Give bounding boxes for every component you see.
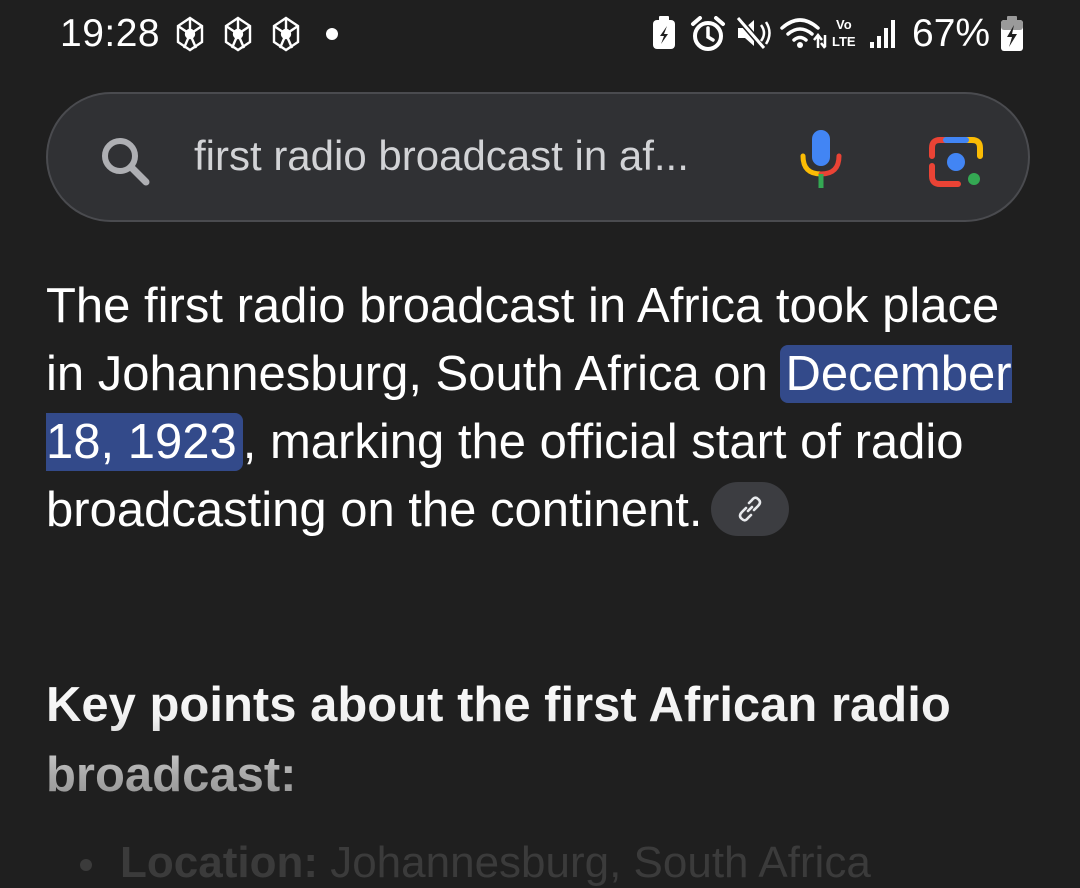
pinwheel-app-icon <box>176 16 204 52</box>
list-item: Location: Johannesburg, South Africa <box>80 838 871 888</box>
ai-answer-text: The first radio broadcast in Africa took… <box>46 272 1036 544</box>
search-input[interactable]: first radio broadcast in af... <box>194 132 689 180</box>
status-bar: 19:28 Vo LTE 67% <box>0 0 1080 72</box>
volte-icon: Vo LTE <box>832 17 856 49</box>
search-bar[interactable]: first radio broadcast in af... <box>46 92 1030 222</box>
signal-icon <box>870 20 895 48</box>
pinwheel-app-icon <box>224 16 252 52</box>
alarm-icon <box>691 16 725 51</box>
key-points-heading: Key points about the first African radio… <box>46 670 1036 810</box>
status-time: 19:28 <box>60 12 161 55</box>
mic-icon[interactable] <box>798 130 844 190</box>
volte-bottom-label: LTE <box>832 34 856 49</box>
wifi-icon <box>780 18 827 49</box>
battery-icon <box>1001 16 1023 51</box>
battery-saver-icon <box>653 16 675 49</box>
bullet-value: Johannesburg, South Africa <box>317 838 871 887</box>
source-link-button[interactable] <box>710 482 789 537</box>
bullet-dot <box>80 859 92 872</box>
bullet-label: Location: <box>120 838 318 887</box>
search-icon[interactable] <box>98 134 152 188</box>
mute-icon <box>736 16 771 50</box>
pinwheel-app-icon <box>272 16 300 52</box>
link-icon <box>738 496 761 522</box>
lens-icon[interactable] <box>928 134 984 190</box>
battery-percent: 67% <box>912 12 991 55</box>
more-notifications-dot <box>326 28 338 40</box>
volte-top-label: Vo <box>836 17 852 32</box>
